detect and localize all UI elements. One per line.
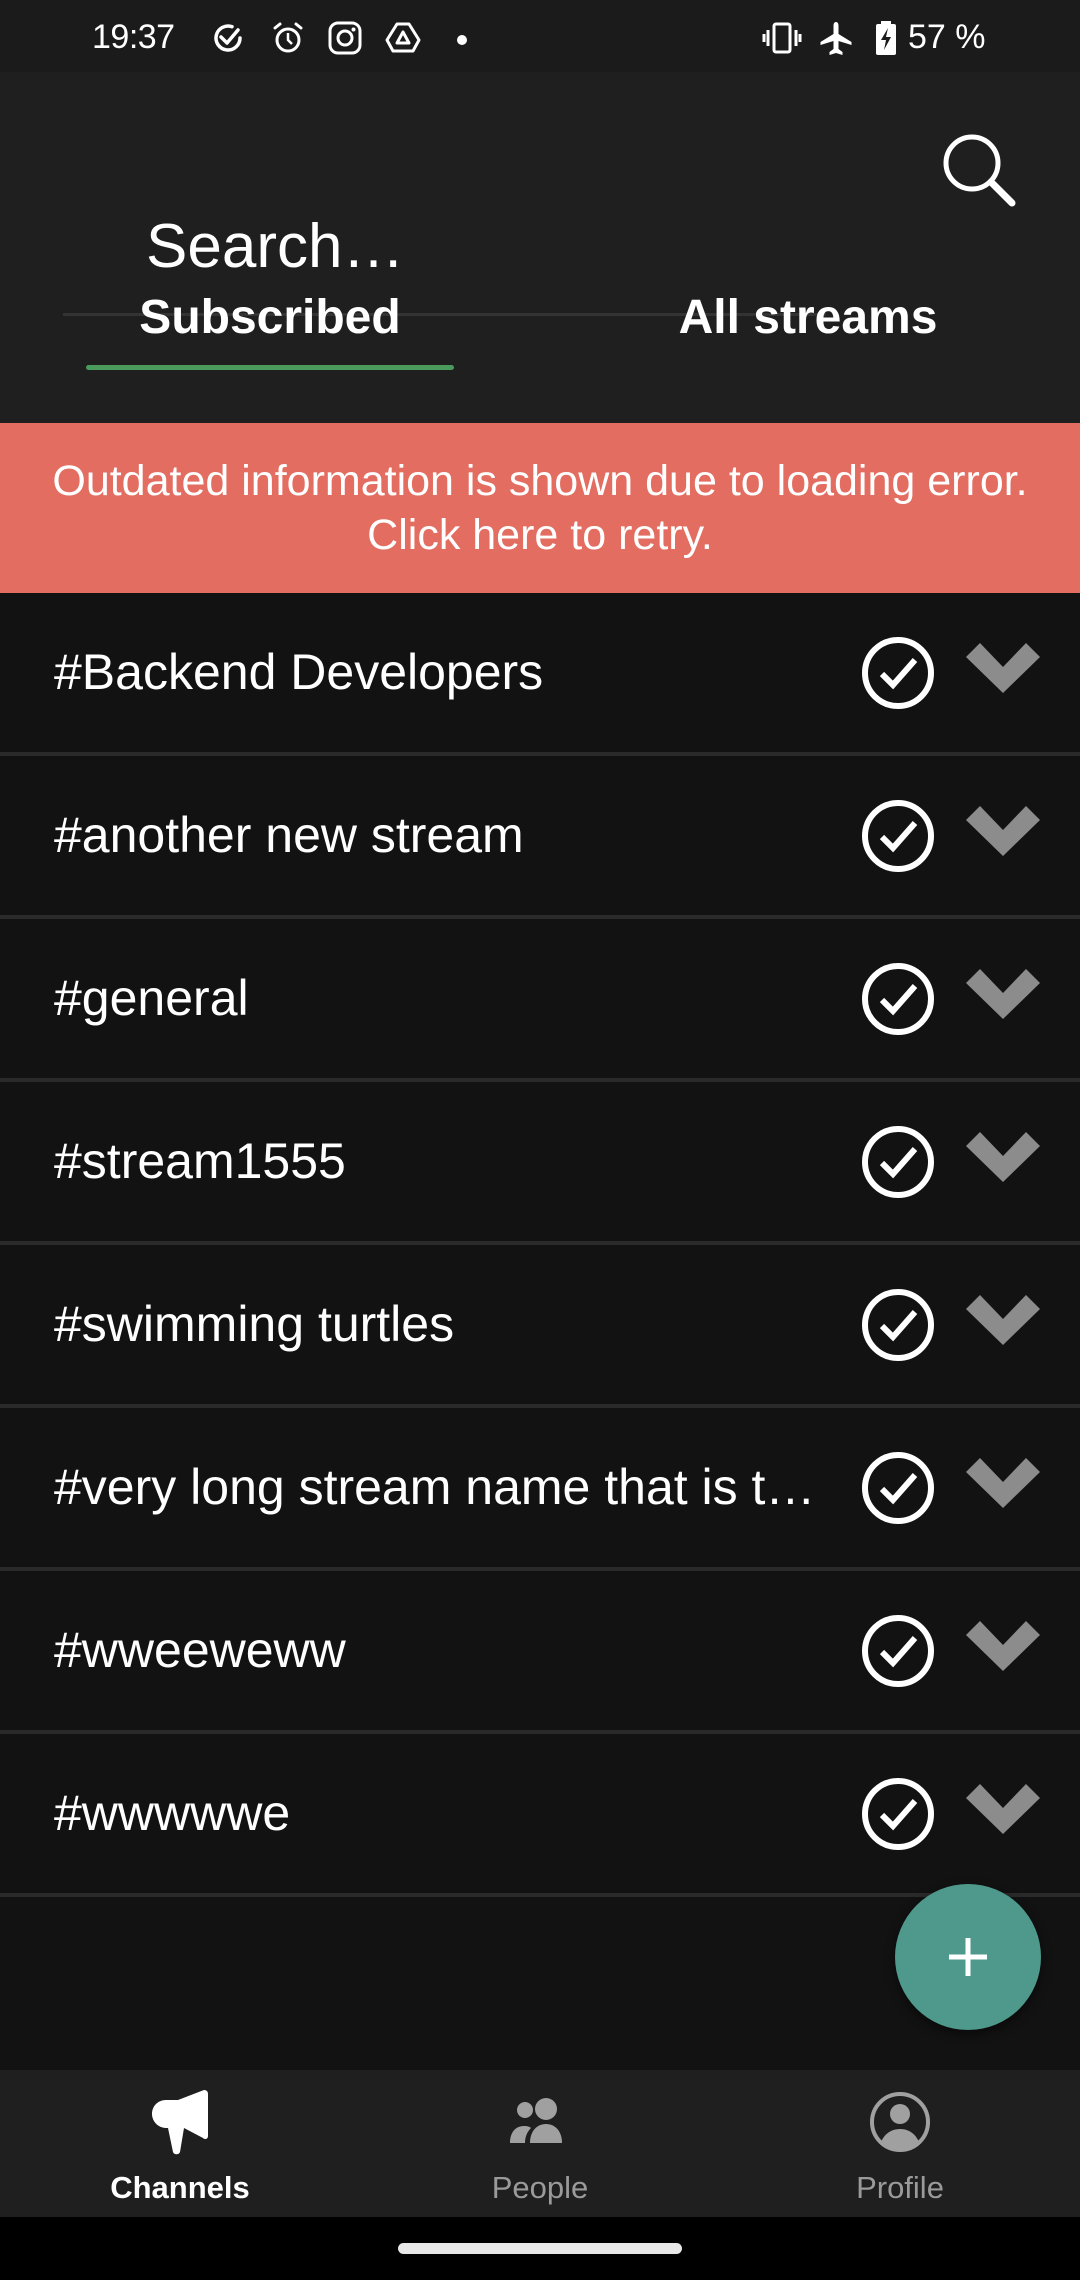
nav-profile-label: Profile [856,2170,944,2205]
stream-name: #Backend Developers [54,644,544,700]
stream-name: #wwwwwe [54,1785,291,1841]
tab-all-streams-label: All streams [678,291,938,344]
chevron-down-icon[interactable] [962,806,1044,866]
subscribed-check-icon[interactable] [860,961,936,1037]
stream-row[interactable]: #wweeweww [0,1571,1080,1734]
stream-name: #wweeweww [54,1622,346,1678]
people-icon [510,2098,562,2143]
notification-dot-icon [452,20,488,56]
stream-row[interactable]: #stream1555 [0,1082,1080,1245]
system-gesture-bar [0,2217,1080,2280]
chevron-down-icon[interactable] [962,1784,1044,1844]
stream-row[interactable]: #general [0,919,1080,1082]
loading-error-banner[interactable]: Outdated information is shown due to loa… [0,423,1080,593]
stream-list: #Backend Developers #another new stream … [0,593,1080,1897]
airplane-mode-icon [818,20,854,56]
alarm-icon [270,20,306,56]
plus-icon [949,1938,987,1976]
stream-name: #stream1555 [54,1133,346,1189]
tab-subscribed-label: Subscribed [139,291,401,344]
chevron-down-icon[interactable] [962,1295,1044,1355]
search-button[interactable] [932,130,1022,220]
megaphone-icon [152,2090,208,2155]
nav-people[interactable]: People [360,2070,720,2217]
stream-name: #very long stream name that is t… [54,1459,816,1515]
instagram-icon [327,20,363,56]
stream-row[interactable]: #swimming turtles [0,1245,1080,1408]
subscribed-check-icon[interactable] [860,635,936,711]
status-time: 19:37 [92,18,175,56]
nav-channels[interactable]: Channels [0,2070,360,2217]
nav-profile[interactable]: Profile [720,2070,1080,2217]
loading-error-text: Outdated information is shown due to loa… [52,457,1028,559]
subscribed-check-icon[interactable] [860,1613,936,1689]
tab-selected-indicator [86,365,454,370]
chevron-down-icon[interactable] [962,1621,1044,1681]
chevron-down-icon[interactable] [962,969,1044,1029]
task-check-icon [210,20,246,56]
subscribed-check-icon[interactable] [860,1287,936,1363]
vibrate-icon [762,20,802,56]
drive-icon [385,20,421,56]
create-stream-fab[interactable] [895,1884,1041,2030]
subscribed-check-icon[interactable] [860,798,936,874]
nav-channels-label: Channels [110,2170,250,2205]
stream-row[interactable]: #very long stream name that is t… [0,1408,1080,1571]
stream-name: #general [54,970,249,1026]
subscribed-check-icon[interactable] [860,1776,936,1852]
bottom-navigation: Channels People Profile [0,2070,1080,2217]
status-bar: 19:37 57 % [0,0,1080,72]
stream-row[interactable]: #wwwwwe [0,1734,1080,1897]
profile-icon [870,2092,930,2152]
stream-name: #another new stream [54,807,524,863]
nav-people-label: People [491,2170,589,2205]
chevron-down-icon[interactable] [962,643,1044,703]
subscribed-check-icon[interactable] [860,1450,936,1526]
chevron-down-icon[interactable] [962,1132,1044,1192]
stream-row[interactable]: #Backend Developers [0,593,1080,756]
stream-tabs: Subscribed All streams [0,268,1080,378]
header: Subscribed All streams [0,72,1080,423]
battery-percentage: 57 % [908,18,986,56]
tab-subscribed[interactable]: Subscribed [0,268,540,378]
stream-name: #swimming turtles [54,1296,455,1352]
tab-all-streams[interactable]: All streams [540,268,1080,378]
search-icon [943,134,1016,207]
subscribed-check-icon[interactable] [860,1124,936,1200]
home-handle[interactable] [398,2243,682,2254]
chevron-down-icon[interactable] [962,1458,1044,1518]
stream-row[interactable]: #another new stream [0,756,1080,919]
battery-charging-icon [874,20,910,56]
